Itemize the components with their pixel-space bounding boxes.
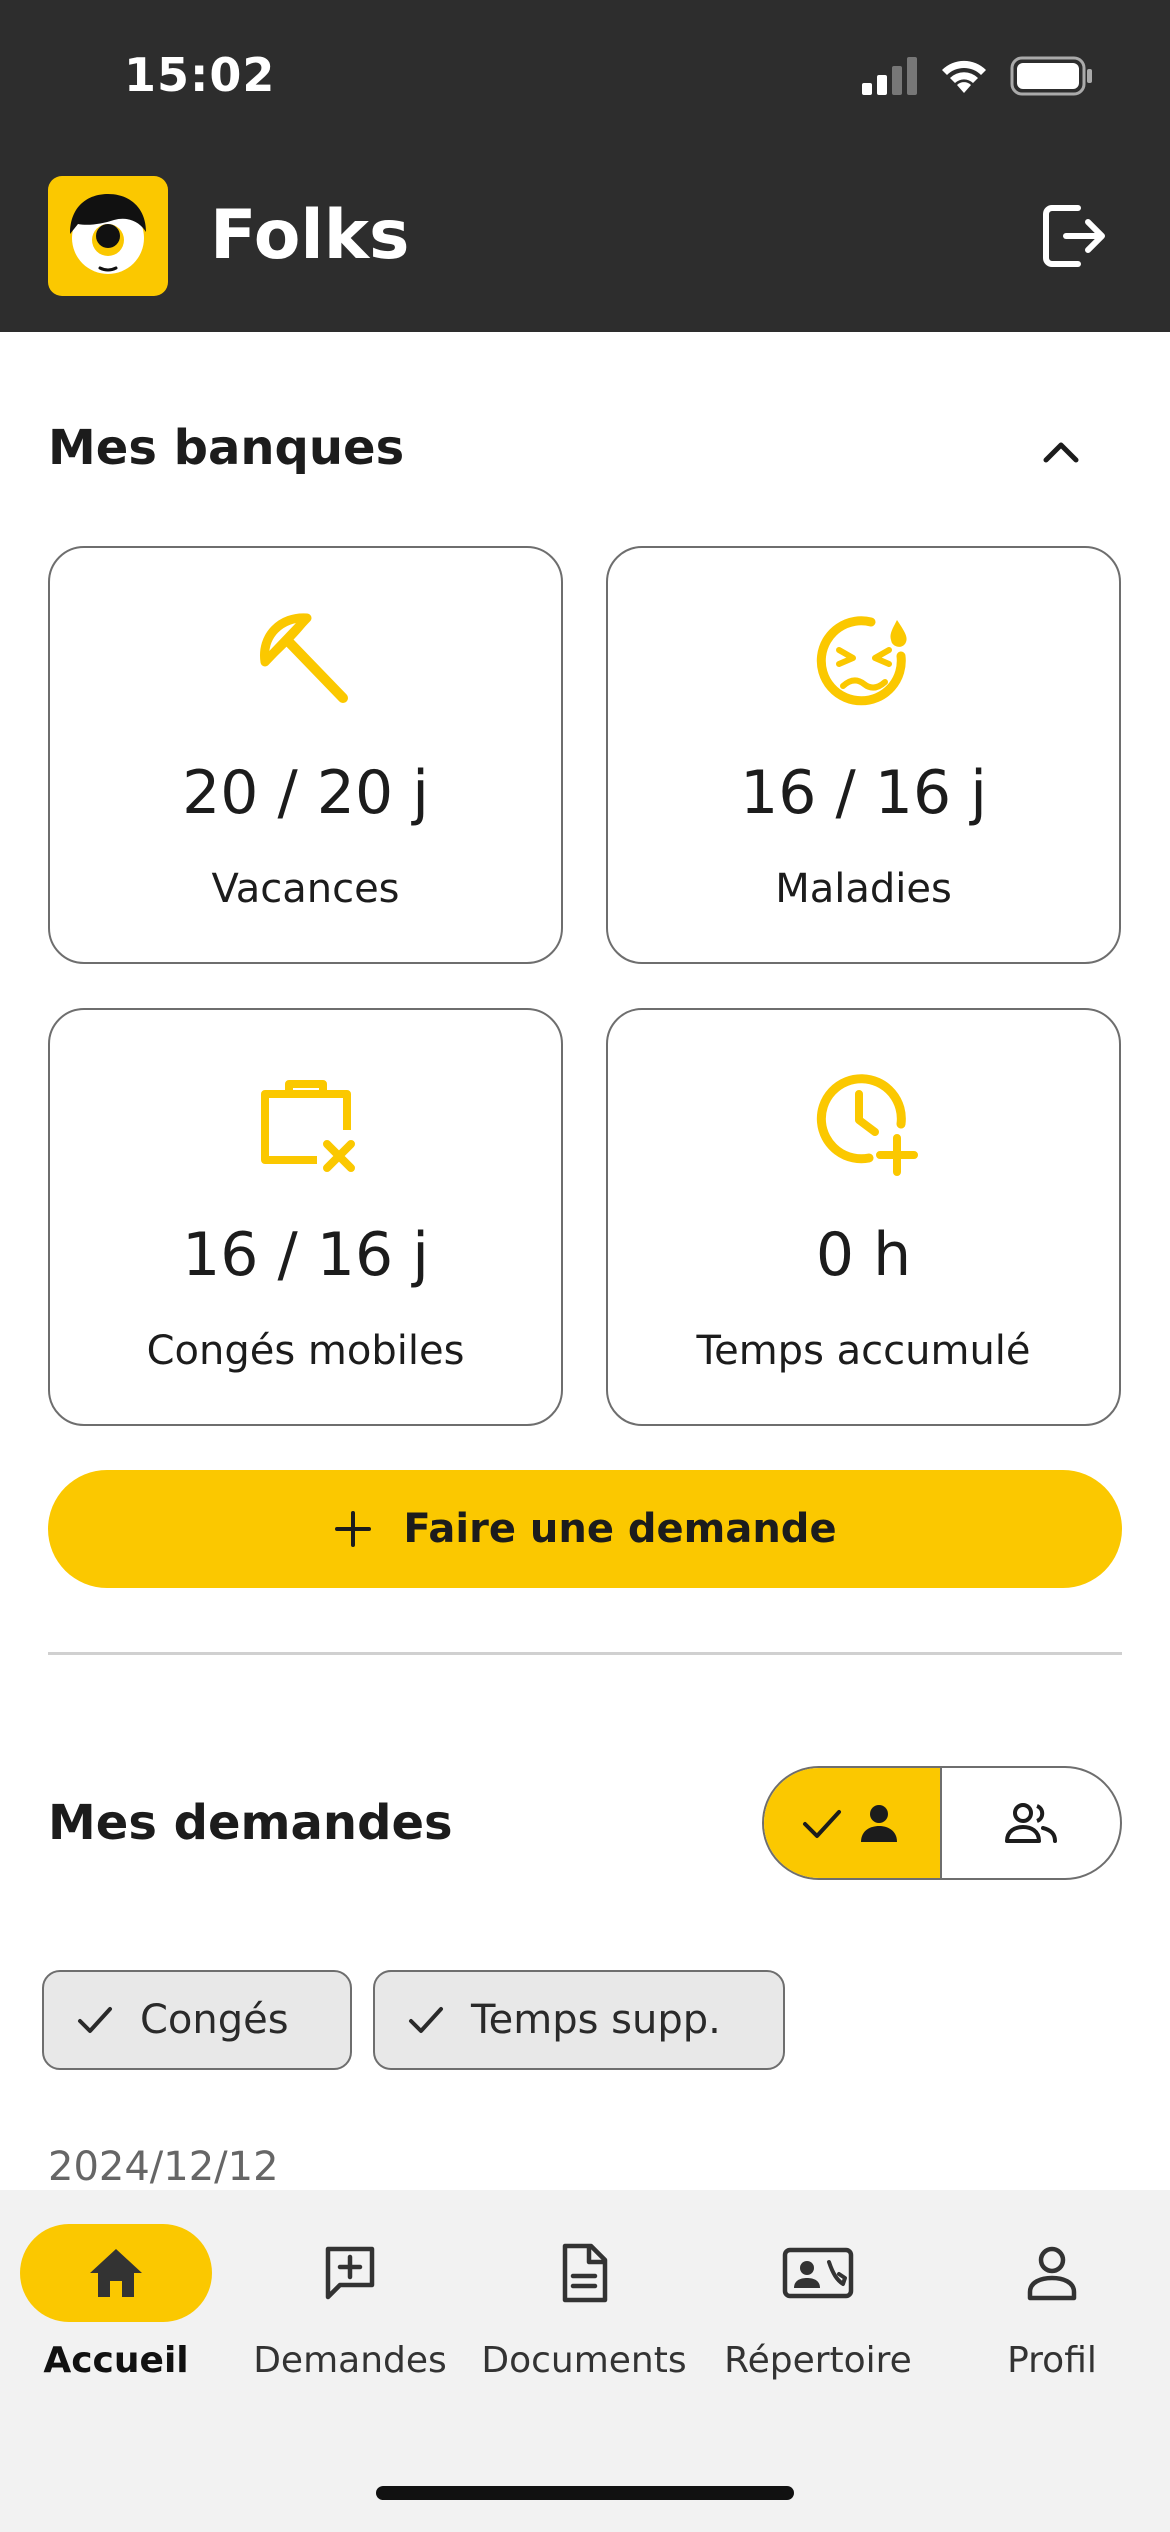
briefcase-cancel-icon <box>260 1080 355 1172</box>
bank-card-vacation[interactable]: 20 / 20 j Vacances <box>48 546 563 964</box>
battery-icon <box>1010 56 1092 96</box>
app-title: Folks <box>210 196 410 275</box>
bank-value: 16 / 16 j <box>182 1220 429 1290</box>
nav-active-indicator <box>20 2224 212 2322</box>
wifi-icon <box>942 60 986 93</box>
bank-value: 0 h <box>815 1220 912 1290</box>
check-icon <box>409 2007 443 2033</box>
requests-title: Mes demandes <box>48 1795 453 1851</box>
bank-label: Congés mobiles <box>146 1328 465 1374</box>
toggle-my-requests[interactable] <box>764 1768 942 1878</box>
status-icons <box>862 56 1094 96</box>
add-comment-icon <box>325 2246 375 2300</box>
signal-icon <box>862 57 917 95</box>
folks-logo-icon <box>70 194 146 274</box>
bottom-navigation: Accueil Demandes Documents Répertoire Pr… <box>0 2190 1170 2532</box>
status-time: 15:02 <box>124 48 276 102</box>
nav-item-documents[interactable]: Documents <box>474 2224 694 2394</box>
nav-label: Documents <box>481 2340 687 2381</box>
bank-value: 20 / 20 j <box>182 758 429 828</box>
sick-face-icon <box>816 616 907 706</box>
beach-umbrella-icon <box>259 613 348 703</box>
filter-chip-leave[interactable]: Congés <box>42 1970 352 2070</box>
home-indicator <box>376 2486 794 2500</box>
bank-value: 16 / 16 j <box>740 758 987 828</box>
chevron-up-icon <box>1043 442 1079 463</box>
nav-item-profile[interactable]: Profil <box>942 2224 1162 2394</box>
filter-chip-label: Congés <box>140 1997 289 2043</box>
bank-label: Vacances <box>211 866 400 912</box>
requests-scope-toggle <box>762 1766 1122 1880</box>
group-icon <box>1005 1803 1057 1843</box>
nav-label: Accueil <box>43 2340 189 2381</box>
toggle-team-requests[interactable] <box>942 1768 1120 1878</box>
bank-card-accumulated-time[interactable]: 0 h Temps accumulé <box>606 1008 1121 1426</box>
logout-button[interactable] <box>1038 200 1110 272</box>
person-icon <box>1027 2246 1077 2301</box>
check-person-icon <box>803 1805 897 1842</box>
plus-icon <box>335 1511 372 1547</box>
contact-card-icon <box>782 2247 854 2299</box>
check-icon <box>78 2007 112 2033</box>
clock-plus-icon <box>816 1074 918 1176</box>
request-date: 2024/12/12 <box>48 2144 279 2190</box>
nav-label: Profil <box>1007 2340 1097 2381</box>
bank-label: Maladies <box>775 866 952 912</box>
nav-item-requests[interactable]: Demandes <box>240 2224 460 2394</box>
home-icon <box>90 2249 142 2297</box>
nav-label: Demandes <box>253 2340 447 2381</box>
bank-card-sick[interactable]: 16 / 16 j Maladies <box>606 546 1121 964</box>
collapse-banks-button[interactable] <box>1030 420 1092 482</box>
app-logo <box>48 176 168 296</box>
document-icon <box>562 2243 608 2303</box>
nav-item-home[interactable]: Accueil <box>6 2224 226 2394</box>
bank-label: Temps accumulé <box>696 1328 1031 1374</box>
bank-card-floating-days[interactable]: 16 / 16 j Congés mobiles <box>48 1008 563 1426</box>
nav-label: Répertoire <box>724 2340 912 2381</box>
make-request-label: Faire une demande <box>403 1506 837 1552</box>
make-request-button[interactable]: Faire une demande <box>48 1470 1122 1588</box>
logout-icon <box>1043 205 1105 267</box>
app-header: 15:02 Folks <box>0 0 1170 332</box>
filter-chip-label: Temps supp. <box>471 1997 721 2043</box>
section-divider <box>48 1652 1122 1655</box>
nav-item-directory[interactable]: Répertoire <box>708 2224 928 2394</box>
banks-title: Mes banques <box>48 420 405 476</box>
filter-chip-overtime[interactable]: Temps supp. <box>373 1970 785 2070</box>
